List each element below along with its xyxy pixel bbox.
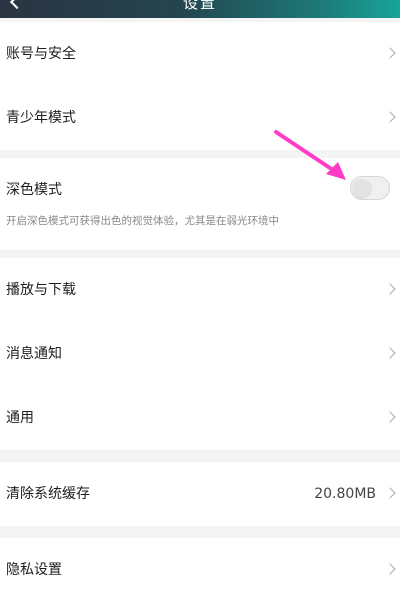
settings-item-notifications[interactable]: 消息通知 bbox=[0, 322, 400, 386]
dark-mode-toggle[interactable] bbox=[350, 176, 390, 200]
settings-item-clear-cache[interactable]: 清除系统缓存 20.80MB bbox=[0, 462, 400, 526]
settings-item-label: 隐私设置 bbox=[6, 562, 62, 578]
chevron-right-icon bbox=[384, 487, 396, 499]
settings-item-label: 播放与下载 bbox=[6, 282, 76, 298]
chevron-right-icon bbox=[384, 47, 396, 59]
cache-group: 清除系统缓存 20.80MB bbox=[0, 462, 400, 526]
settings-item-general[interactable]: 通用 bbox=[0, 386, 400, 450]
settings-item-label: 青少年模式 bbox=[6, 110, 76, 126]
header-bar: 设置 bbox=[0, 0, 400, 18]
dark-mode-label: 深色模式 bbox=[6, 182, 62, 198]
settings-item-privacy[interactable]: 隐私设置 bbox=[0, 538, 400, 602]
settings-item-playback-download[interactable]: 播放与下载 bbox=[0, 258, 400, 322]
chevron-right-icon bbox=[384, 347, 396, 359]
settings-item-account-security[interactable]: 账号与安全 bbox=[0, 22, 400, 86]
privacy-group: 隐私设置 bbox=[0, 538, 400, 602]
settings-item-label: 账号与安全 bbox=[6, 46, 76, 62]
page-title: 设置 bbox=[182, 0, 217, 12]
settings-item-label: 通用 bbox=[6, 410, 34, 426]
settings-item-label: 清除系统缓存 bbox=[6, 486, 90, 502]
dark-mode-description: 开启深色模式可获得出色的视觉体验，尤其是在弱光环境中 bbox=[6, 215, 279, 227]
chevron-right-icon bbox=[384, 111, 396, 123]
cache-size-value: 20.80MB bbox=[314, 486, 376, 502]
chevron-right-icon bbox=[384, 563, 396, 575]
chevron-right-icon bbox=[384, 283, 396, 295]
chevron-right-icon bbox=[384, 411, 396, 423]
settings-item-label: 消息通知 bbox=[6, 346, 62, 362]
general-group: 播放与下载 消息通知 通用 bbox=[0, 258, 400, 450]
toggle-knob bbox=[353, 179, 371, 197]
annotation-arrow-icon bbox=[274, 130, 346, 180]
